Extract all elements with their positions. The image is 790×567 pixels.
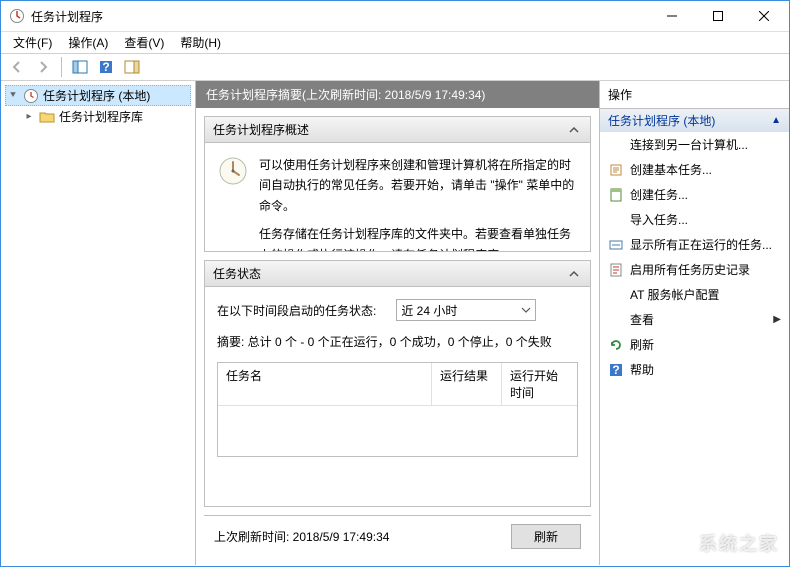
- main-area: ⯆ 任务计划程序 (本地) ▸ 任务计划程序库 任务计划程序摘要(上次刷新时间:…: [1, 81, 789, 565]
- status-period-dropdown[interactable]: 近 24 小时: [396, 299, 536, 321]
- tree-library-label: 任务计划程序库: [59, 108, 143, 125]
- center-panel: 任务计划程序摘要(上次刷新时间: 2018/5/9 17:49:34) 任务计划…: [196, 81, 599, 565]
- overview-paragraph-2: 任务存储在任务计划程序库的文件夹中。若要查看单独任务上的操作或执行该操作，请在任…: [259, 224, 578, 251]
- table-header: 任务名 运行结果 运行开始时间: [218, 363, 577, 406]
- collapse-icon: ▲: [771, 115, 781, 126]
- collapse-button[interactable]: [566, 266, 582, 282]
- bottom-bar: 上次刷新时间: 2018/5/9 17:49:34 刷新: [204, 515, 591, 557]
- overview-title: 任务计划程序概述: [213, 121, 566, 138]
- close-button[interactable]: [741, 2, 787, 31]
- action-create-basic-task[interactable]: 创建基本任务...: [600, 157, 789, 182]
- folder-icon: [39, 109, 55, 125]
- tree-expander-icon[interactable]: ▸: [23, 111, 35, 122]
- col-run-result[interactable]: 运行结果: [432, 363, 502, 405]
- refresh-icon: [608, 337, 624, 353]
- last-refresh-label: 上次刷新时间: 2018/5/9 17:49:34: [214, 528, 389, 545]
- menu-file[interactable]: 文件(F): [5, 32, 60, 53]
- action-create-task[interactable]: 创建任务...: [600, 182, 789, 207]
- summary-header: 任务计划程序摘要(上次刷新时间: 2018/5/9 17:49:34): [196, 81, 599, 108]
- tree-library-node[interactable]: ▸ 任务计划程序库: [5, 106, 191, 127]
- action-create-task-label: 创建任务...: [630, 186, 781, 203]
- show-action-pane-button[interactable]: [120, 55, 144, 79]
- maximize-button[interactable]: [695, 2, 741, 31]
- clock-icon: [23, 88, 39, 104]
- running-icon: [608, 237, 624, 253]
- back-button: [5, 55, 29, 79]
- col-task-name[interactable]: 任务名: [218, 363, 432, 405]
- action-help-label: 帮助: [630, 361, 781, 378]
- action-at-service[interactable]: AT 服务帐户配置: [600, 282, 789, 307]
- action-at-service-label: AT 服务帐户配置: [630, 286, 781, 303]
- action-view[interactable]: 查看 ▶: [600, 307, 789, 332]
- menu-bar: 文件(F) 操作(A) 查看(V) 帮助(H): [1, 32, 789, 53]
- actions-header: 操作: [600, 81, 789, 109]
- svg-text:?: ?: [612, 363, 619, 377]
- action-connect-label: 连接到另一台计算机...: [630, 136, 781, 153]
- action-enable-history-label: 启用所有任务历史记录: [630, 261, 781, 278]
- refresh-button[interactable]: 刷新: [511, 524, 581, 549]
- forward-button: [31, 55, 55, 79]
- chevron-down-icon: [521, 305, 531, 315]
- toolbar-separator: [61, 57, 62, 77]
- status-title: 任务状态: [213, 265, 566, 282]
- status-period-label: 在以下时间段启动的任务状态:: [217, 302, 376, 319]
- show-console-tree-button[interactable]: [68, 55, 92, 79]
- actions-category[interactable]: 任务计划程序 (本地) ▲: [600, 109, 789, 132]
- status-summary: 摘要: 总计 0 个 - 0 个正在运行，0 个成功，0 个停止，0 个失败: [217, 333, 578, 350]
- clock-large-icon: [217, 155, 249, 187]
- action-refresh-label: 刷新: [630, 336, 781, 353]
- action-enable-history[interactable]: 启用所有任务历史记录: [600, 257, 789, 282]
- action-view-label: 查看: [630, 311, 767, 328]
- wizard-icon: [608, 162, 624, 178]
- status-table: 任务名 运行结果 运行开始时间: [217, 362, 578, 457]
- minimize-button[interactable]: [649, 2, 695, 31]
- menu-action[interactable]: 操作(A): [60, 32, 116, 53]
- overview-paragraph-1: 可以使用任务计划程序来创建和管理计算机将在所指定的时间自动执行的常见任务。若要开…: [259, 155, 578, 216]
- tree-root-label: 任务计划程序 (本地): [43, 87, 150, 104]
- status-period-value: 近 24 小时: [401, 302, 457, 319]
- actions-category-label: 任务计划程序 (本地): [608, 112, 715, 129]
- action-help[interactable]: ? 帮助: [600, 357, 789, 382]
- submenu-arrow-icon: ▶: [773, 314, 781, 325]
- action-show-running-label: 显示所有正在运行的任务...: [630, 236, 781, 253]
- tree-panel: ⯆ 任务计划程序 (本地) ▸ 任务计划程序库: [1, 81, 196, 565]
- overview-header: 任务计划程序概述: [205, 117, 590, 143]
- action-import-task[interactable]: 导入任务...: [600, 207, 789, 232]
- title-bar: 任务计划程序: [1, 1, 789, 32]
- task-icon: [608, 187, 624, 203]
- action-connect[interactable]: 连接到另一台计算机...: [600, 132, 789, 157]
- app-icon: [9, 8, 25, 24]
- menu-help[interactable]: 帮助(H): [172, 32, 229, 53]
- action-show-running[interactable]: 显示所有正在运行的任务...: [600, 232, 789, 257]
- overview-text: 可以使用任务计划程序来创建和管理计算机将在所指定的时间自动执行的常见任务。若要开…: [259, 155, 578, 239]
- status-section: 任务状态 在以下时间段启动的任务状态: 近 24 小时 摘要: 总计 0 个 -…: [204, 260, 591, 507]
- menu-view[interactable]: 查看(V): [116, 32, 172, 53]
- action-create-basic-label: 创建基本任务...: [630, 161, 781, 178]
- window-title: 任务计划程序: [31, 8, 649, 25]
- overview-section: 任务计划程序概述 可以使用任务计划程序来创建和管理计算机将在所指定的时间自动执行…: [204, 116, 591, 252]
- actions-panel: 操作 任务计划程序 (本地) ▲ 连接到另一台计算机... 创建基本任务... …: [599, 81, 789, 565]
- help-toolbar-button[interactable]: ?: [94, 55, 118, 79]
- help-icon: ?: [608, 362, 624, 378]
- history-icon: [608, 262, 624, 278]
- svg-text:?: ?: [102, 60, 109, 74]
- action-import-label: 导入任务...: [630, 211, 781, 228]
- collapse-button[interactable]: [566, 122, 582, 138]
- col-run-start[interactable]: 运行开始时间: [502, 363, 577, 405]
- toolbar: ?: [1, 53, 789, 81]
- action-refresh[interactable]: 刷新: [600, 332, 789, 357]
- tree-root-node[interactable]: ⯆ 任务计划程序 (本地): [5, 85, 191, 106]
- status-header: 任务状态: [205, 261, 590, 287]
- tree-expander-icon[interactable]: ⯆: [7, 90, 19, 101]
